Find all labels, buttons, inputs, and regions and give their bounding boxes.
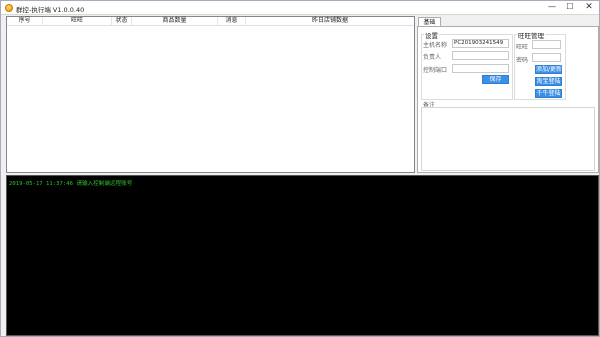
window-title: 群控-执行端 V1.0.0.40 (16, 6, 85, 14)
log-console[interactable]: 2019-05-17 11:37:46 请输入控制端远程账号 (6, 175, 599, 336)
app-logo-icon (5, 4, 13, 12)
title-bar[interactable]: 群控-执行端 V1.0.0.40 — ☐ ✕ (1, 1, 599, 15)
save-button[interactable]: 保存 (482, 75, 509, 84)
host-name-field[interactable]: PC201903241549 (452, 39, 509, 48)
maximize-icon[interactable]: ☐ (561, 1, 579, 14)
console-log-line: 2019-05-17 11:37:46 请输入控制端远程账号 (9, 181, 133, 187)
column-header-yesterday-data[interactable]: 昨日店铺数据 (246, 17, 414, 26)
account-grid[interactable]: 序号 旺旺 状态 商品数量 消息 昨日店铺数据 (6, 16, 415, 173)
tab-strip: 基础 (417, 16, 599, 27)
column-header-product-count[interactable]: 商品数量 (132, 17, 218, 26)
host-name-label: 主机名称 (423, 42, 448, 49)
settings-group: 设置 主机名称 PC201903241549 负责人 控制端口 保存 (421, 30, 513, 100)
column-header-index[interactable]: 序号 (7, 17, 43, 26)
taobao-login-button[interactable]: 淘宝登陆 (535, 77, 562, 86)
add-update-button[interactable]: 添加/更新 (535, 65, 562, 74)
owner-field[interactable] (452, 51, 509, 60)
password-label: 密码 (516, 57, 529, 64)
column-header-wangwang[interactable]: 旺旺 (43, 17, 112, 26)
owner-label: 负责人 (423, 54, 442, 61)
app-window: 群控-执行端 V1.0.0.40 — ☐ ✕ 序号 旺旺 状态 商品数量 消息 … (0, 0, 600, 337)
control-port-field[interactable] (452, 64, 509, 73)
grid-header: 序号 旺旺 状态 商品数量 消息 昨日店铺数据 (7, 17, 414, 26)
close-icon[interactable]: ✕ (580, 1, 598, 14)
wangwang-group: 旺旺管理 旺旺 密码 添加/更新 淘宝登陆 千牛登陆 (514, 30, 566, 100)
remarks-textarea[interactable] (421, 107, 595, 171)
qianniu-login-button[interactable]: 千牛登陆 (535, 89, 562, 98)
wangwang-group-title: 旺旺管理 (517, 30, 545, 40)
minimize-icon[interactable]: — (543, 1, 561, 14)
control-port-label: 控制端口 (423, 67, 448, 74)
column-header-message[interactable]: 消息 (218, 17, 246, 26)
settings-group-title: 设置 (424, 30, 439, 40)
wangwang-account-field[interactable] (532, 40, 561, 49)
password-field[interactable] (532, 53, 561, 62)
tab-panel-basic: 设置 主机名称 PC201903241549 负责人 控制端口 保存 旺旺管理 … (417, 26, 599, 173)
column-header-status[interactable]: 状态 (112, 17, 132, 26)
wangwang-account-label: 旺旺 (516, 44, 529, 51)
